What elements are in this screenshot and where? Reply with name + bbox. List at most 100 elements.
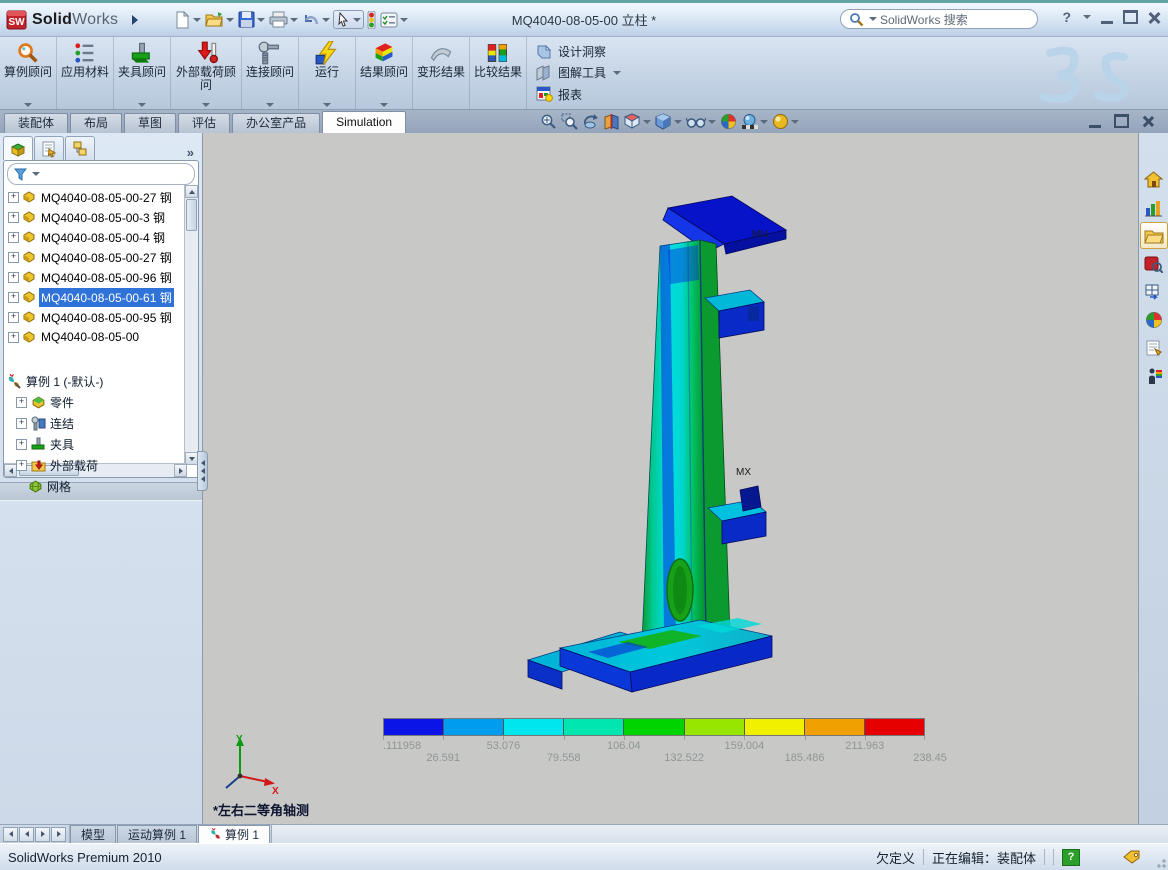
tree-filter[interactable] (7, 163, 195, 185)
compare-results-icon (486, 41, 510, 65)
panel-expand-button[interactable]: » (187, 145, 194, 160)
open-button[interactable] (204, 9, 235, 30)
feature-manager-tab[interactable] (3, 136, 33, 160)
file-explorer-button[interactable] (1140, 222, 1168, 249)
tab-study-1[interactable]: 算例 1 (198, 825, 270, 843)
scroll-up-button[interactable] (185, 185, 198, 198)
last-tab-button[interactable] (51, 827, 66, 842)
appearances-scenes-button[interactable] (1140, 306, 1168, 333)
parts-icon (31, 395, 46, 410)
panel-collapse-handle[interactable] (197, 451, 208, 491)
undo-button[interactable] (301, 10, 331, 30)
options-button[interactable] (379, 10, 409, 30)
tags-icon[interactable] (1122, 850, 1142, 864)
study-root[interactable]: 算例 1 (-默认-) (6, 371, 198, 392)
connections-advisor-button[interactable]: 连接顾问 (242, 37, 299, 109)
study-item-connections[interactable]: + 连结 (6, 413, 198, 434)
property-manager-tab[interactable] (34, 136, 64, 160)
study-item-external-loads[interactable]: + 外部载荷 (6, 455, 198, 476)
drive-works-button[interactable] (1140, 362, 1168, 389)
tab-simulation[interactable]: Simulation (322, 111, 406, 133)
plot-tools-button[interactable]: 图解工具 (535, 63, 621, 83)
tree-item[interactable]: +MQ4040-08-05-00-3 钢 (4, 207, 198, 227)
custom-properties-button[interactable] (1140, 334, 1168, 361)
part-icon (22, 270, 36, 284)
help-caret[interactable] (1083, 15, 1091, 19)
document-restore-button[interactable] (1114, 114, 1129, 128)
previous-tab-button[interactable] (19, 827, 34, 842)
rotate-view-button[interactable] (582, 113, 599, 130)
study-item-mesh[interactable]: 网格 (6, 476, 198, 497)
graphics-viewport[interactable]: MN MX .111958 26.591 53.076 79.558 (203, 133, 1138, 824)
close-button[interactable] (1148, 11, 1160, 23)
traffic-light-button[interactable] (366, 9, 377, 31)
external-loads-advisor-button[interactable]: 外部载荷顾问 (171, 37, 242, 109)
tab-office-products[interactable]: 办公室产品 (232, 113, 320, 133)
apply-material-button[interactable]: 应用材料 (57, 37, 114, 109)
connections-advisor-icon (258, 41, 282, 65)
fea-model[interactable]: MN MX (500, 190, 800, 710)
next-tab-button[interactable] (35, 827, 50, 842)
hide-show-items-button[interactable] (686, 114, 716, 129)
study-advisor-button[interactable]: 算例顾问 (0, 37, 57, 109)
document-minimize-button[interactable] (1089, 114, 1101, 128)
run-button[interactable]: 运行 (299, 37, 356, 109)
select-tool-button[interactable] (333, 10, 364, 29)
edit-appearance-icon (720, 113, 737, 130)
scroll-thumb[interactable] (186, 199, 197, 231)
tab-evaluate[interactable]: 评估 (178, 113, 230, 133)
tree-item[interactable]: +MQ4040-08-05-00 (4, 327, 198, 347)
compare-results-button[interactable]: 比较结果 (470, 37, 527, 109)
solidworks-resources-button[interactable] (1140, 166, 1168, 193)
zoom-to-area-button[interactable] (561, 113, 578, 130)
view-settings-button[interactable] (772, 113, 799, 130)
save-button[interactable] (237, 9, 266, 30)
tree-item[interactable]: +MQ4040-08-05-00-27 钢 (4, 187, 198, 207)
quick-tips-icon[interactable]: ? (1062, 849, 1080, 866)
tab-sketch[interactable]: 草图 (124, 113, 176, 133)
tree-item[interactable]: +MQ4040-08-05-00-95 钢 (4, 307, 198, 327)
view-palette-button[interactable] (1140, 278, 1168, 305)
new-document-button[interactable] (172, 9, 202, 31)
search-box[interactable]: SolidWorks 搜索 (840, 9, 1038, 29)
apply-scene-button[interactable] (741, 113, 768, 130)
results-advisor-button[interactable]: 结果顾问 (356, 37, 413, 109)
design-insight-button[interactable]: 设计洞察 (535, 42, 621, 62)
view-orientation-button[interactable] (624, 113, 651, 130)
zoom-to-fit-button[interactable] (540, 113, 557, 130)
help-button[interactable]: ? (1062, 9, 1071, 25)
print-button[interactable] (268, 9, 299, 30)
maximize-button[interactable] (1123, 10, 1138, 24)
tab-layout[interactable]: 布局 (70, 113, 122, 133)
menu-expand-icon[interactable] (132, 15, 138, 25)
svg-text:SW: SW (8, 17, 25, 28)
configuration-manager-tab[interactable] (65, 136, 95, 160)
filter-caret[interactable] (32, 172, 40, 176)
main-area: » +MQ4040-08-05-00-27 钢 +MQ4040-08-05-00… (0, 133, 1168, 824)
tree-item-selected[interactable]: +MQ4040-08-05-00-61 钢 (4, 287, 198, 307)
resize-grip[interactable] (1154, 856, 1166, 868)
tree-item[interactable]: +MQ4040-08-05-00-96 钢 (4, 267, 198, 287)
part-icon (22, 290, 36, 304)
tree-item[interactable]: +MQ4040-08-05-00-4 钢 (4, 227, 198, 247)
document-close-button[interactable] (1142, 115, 1154, 127)
section-view-button[interactable] (603, 113, 620, 130)
tab-motion-study[interactable]: 运动算例 1 (117, 825, 197, 843)
report-button[interactable]: 报表 (535, 84, 621, 104)
triad-y-label: Y (236, 734, 243, 745)
first-tab-button[interactable] (3, 827, 18, 842)
tree-item[interactable]: +MQ4040-08-05-00-27 钢 (4, 247, 198, 267)
tab-assembly[interactable]: 装配体 (4, 113, 68, 133)
display-style-button[interactable] (655, 113, 682, 130)
search-scope-caret[interactable] (869, 17, 877, 21)
solidworks-search-button[interactable] (1140, 250, 1168, 277)
design-library-button[interactable] (1140, 194, 1168, 221)
edit-appearance-button[interactable] (720, 113, 737, 130)
minimize-button[interactable] (1101, 10, 1113, 24)
tab-model[interactable]: 模型 (70, 825, 116, 843)
study-item-parts[interactable]: + 零件 (6, 392, 198, 413)
legend-segment (624, 719, 684, 735)
study-item-fixtures[interactable]: + 夹具 (6, 434, 198, 455)
fixtures-advisor-button[interactable]: 夹具顾问 (114, 37, 171, 109)
deformed-result-button[interactable]: 变形结果 (413, 37, 470, 109)
